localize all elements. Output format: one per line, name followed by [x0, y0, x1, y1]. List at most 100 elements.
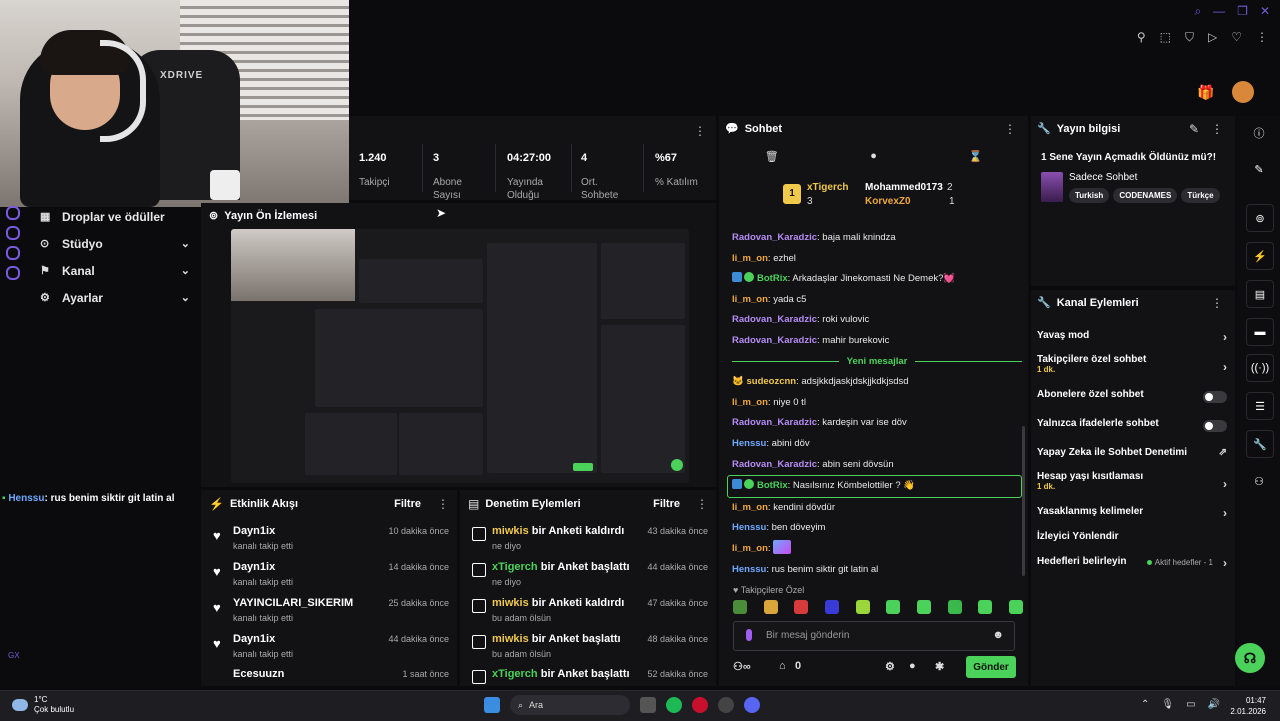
mic-icon[interactable] [746, 629, 752, 641]
hourglass-icon[interactable]: ⌛ [968, 150, 982, 163]
tag[interactable]: Türkçe [1181, 188, 1220, 203]
more-icon[interactable]: ⋮ [437, 497, 449, 511]
store-icon[interactable]: ⌂ [779, 660, 786, 672]
restore-icon[interactable]: ❐ [1237, 4, 1248, 19]
chat-message[interactable]: Radovan_Karadzic: abin seni dövsün [732, 455, 1022, 476]
settings-icon[interactable]: ⚙ [885, 660, 895, 673]
nav-item-channel[interactable]: ⚑ Kanal ⌄ [28, 257, 198, 284]
rail-icon-3[interactable] [6, 246, 20, 260]
pin-icon[interactable]: ⚲ [1137, 30, 1146, 45]
emote[interactable] [1008, 600, 1023, 614]
weather-widget[interactable]: 1°C Çok bulutlu [12, 695, 74, 715]
action-emotes-only[interactable]: Yalnızca ifadelerle sohbet [1037, 418, 1227, 432]
list-icon[interactable]: ☰ [1246, 392, 1274, 420]
clipboard-icon[interactable]: ▤ [1246, 280, 1274, 308]
avatar[interactable] [1232, 81, 1254, 103]
tag[interactable]: CODENAMES [1113, 188, 1178, 203]
rail-icon-2[interactable] [6, 226, 20, 240]
chat-input[interactable]: Bir mesaj gönderin ☻ [733, 621, 1015, 651]
chat-bubble-icon[interactable]: ● [870, 150, 877, 163]
nav-item-drops[interactable]: ▦ Droplar ve ödüller [28, 203, 198, 230]
activity-item[interactable]: ♥ Dayn1ix kanalı takip etti 10 dakika ön… [209, 525, 449, 561]
edit-icon[interactable]: ✎ [1189, 122, 1199, 136]
chat-message[interactable]: Henssu: ben döveyim [732, 518, 1022, 539]
more-icon[interactable]: ⋮ [1211, 122, 1223, 136]
moderation-item[interactable]: miwkis bir Anketi kaldırdı ne diyo 43 da… [468, 525, 708, 561]
moderation-item[interactable]: miwkis bir Anket başlattı bu adam ölsün … [468, 633, 708, 669]
broadcast-icon[interactable]: ⊚ [1246, 204, 1274, 232]
chat-message[interactable]: 🐱 sudeozcnn: adsjkkdjaskjdskjjkdkjsdsd [732, 372, 1022, 393]
mic-icon[interactable]: 🎙 [1161, 699, 1174, 710]
minimize-icon[interactable]: — [1213, 4, 1225, 19]
search-icon[interactable]: ⌕ [1194, 4, 1201, 19]
action-slow-mode[interactable]: Yavaş mod › [1037, 330, 1227, 344]
chat-message[interactable]: li_m_on: [732, 539, 1022, 560]
signal-icon[interactable]: ((·)) [1246, 354, 1274, 382]
opera-gx-icon[interactable] [692, 697, 708, 713]
emote[interactable] [886, 600, 901, 614]
rail-icon-4[interactable] [6, 266, 20, 280]
chat-message[interactable]: Radovan_Karadzic: kardeşin var ise döv [732, 413, 1022, 434]
action-raid[interactable]: İzleyici Yönlendir [1037, 531, 1227, 542]
network-icon[interactable]: ▭ [1186, 699, 1195, 710]
volume-icon[interactable]: 🔊 [1208, 699, 1220, 710]
taskbar-search[interactable]: ⌕ Ara [510, 695, 630, 715]
chat-message[interactable]: Henssu: rus benim siktir git latin al [732, 560, 1022, 581]
menu-icon[interactable]: ⋮ [1256, 30, 1268, 45]
emote[interactable] [947, 600, 962, 614]
chat-message[interactable]: li_m_on: ezhel [732, 249, 1022, 270]
moderation-item[interactable]: miwkis bir Anketi kaldırdı bu adam ölsün… [468, 597, 708, 633]
clock[interactable]: 01:47 2.01.2026 [1230, 695, 1266, 717]
subscribers-only-toggle[interactable] [1203, 391, 1227, 403]
activity-filter-button[interactable]: Filtre [394, 498, 421, 510]
moderation-item[interactable]: xTigerch bir Anket başlattı ne diyo 44 d… [468, 561, 708, 597]
shield-icon[interactable]: ⛉ [1185, 30, 1194, 45]
chat-message[interactable]: Radovan_Karadzic: mahir burekovic [732, 331, 1022, 352]
more-icon[interactable]: ⋮ [1211, 296, 1223, 310]
chat-message[interactable]: Radovan_Karadzic: baja mali knindza [732, 228, 1022, 249]
chat-icon[interactable]: ▬ [1246, 318, 1274, 346]
heart-icon[interactable]: ♡ [1231, 30, 1242, 45]
emote[interactable] [978, 600, 993, 614]
trash-icon[interactable]: 🗑 [765, 150, 779, 163]
file-explorer-icon[interactable] [640, 697, 656, 713]
more-icon[interactable]: ⋮ [694, 124, 706, 138]
discord-icon[interactable] [744, 697, 760, 713]
chat-message[interactable]: li_m_on: yada c5 [732, 290, 1022, 311]
action-subscribers-only[interactable]: Abonelere özel sohbet [1037, 389, 1227, 403]
action-banned-words[interactable]: Yasaklanmış kelimeler › [1037, 506, 1227, 520]
chat-message[interactable]: Radovan_Karadzic: roki vulovic [732, 310, 1022, 331]
emoji-icon[interactable]: ☻ [992, 629, 1004, 641]
close-icon[interactable]: ✕ [1260, 4, 1270, 19]
edit-icon[interactable]: ✎ [1246, 156, 1272, 182]
chat-message[interactable]: li_m_on: niye 0 tl [732, 393, 1022, 414]
spotify-icon[interactable] [666, 697, 682, 713]
chat-scrollbar[interactable] [1022, 426, 1025, 576]
chat-bubble-icon[interactable]: ● [909, 660, 916, 672]
play-icon[interactable]: ▷ [1208, 30, 1217, 45]
emote[interactable] [763, 600, 778, 614]
emote[interactable] [794, 600, 809, 614]
activity-item[interactable]: ♥ Dayn1ix kanalı takip etti 14 dakika ön… [209, 561, 449, 597]
action-ai-moderation[interactable]: Yapay Zeka ile Sohbet Denetimi ⇗ [1037, 447, 1227, 458]
moderation-filter-button[interactable]: Filtre [653, 498, 680, 510]
emote[interactable] [733, 600, 747, 614]
emote[interactable] [824, 600, 839, 614]
windows-start-icon[interactable] [484, 697, 500, 713]
wrench-icon[interactable]: 🔧 [1246, 430, 1274, 458]
chat-message[interactable]: BotRix: Arkadaşlar Jinekomasti Ne Demek?… [732, 269, 1022, 290]
tag[interactable]: Turkish [1069, 188, 1110, 203]
more-icon[interactable]: ⋮ [1004, 122, 1016, 136]
app-icon[interactable] [718, 697, 734, 713]
info-icon[interactable]: ⓘ [1246, 120, 1272, 146]
emotes-only-toggle[interactable] [1203, 420, 1227, 432]
chevron-up-icon[interactable]: ⌃ [1141, 699, 1149, 710]
chat-message-highlighted[interactable]: BotRix: Nasılsınız Kömbelottiler ? 👋 [727, 475, 1022, 498]
preview-video[interactable] [231, 229, 689, 483]
action-goals[interactable]: Hedefleri belirleyin Aktif hedefler - 1 › [1037, 556, 1227, 570]
chat-message[interactable]: li_m_on: kendini dövdür [732, 498, 1022, 519]
action-account-age[interactable]: Hesap yaşı kısıtlaması 1 dk. › [1037, 471, 1227, 491]
nav-item-settings[interactable]: ⚙ Ayarlar ⌄ [28, 284, 198, 311]
users-icon[interactable]: ⚇∞ [733, 660, 751, 673]
send-button[interactable]: Gönder [966, 656, 1016, 678]
